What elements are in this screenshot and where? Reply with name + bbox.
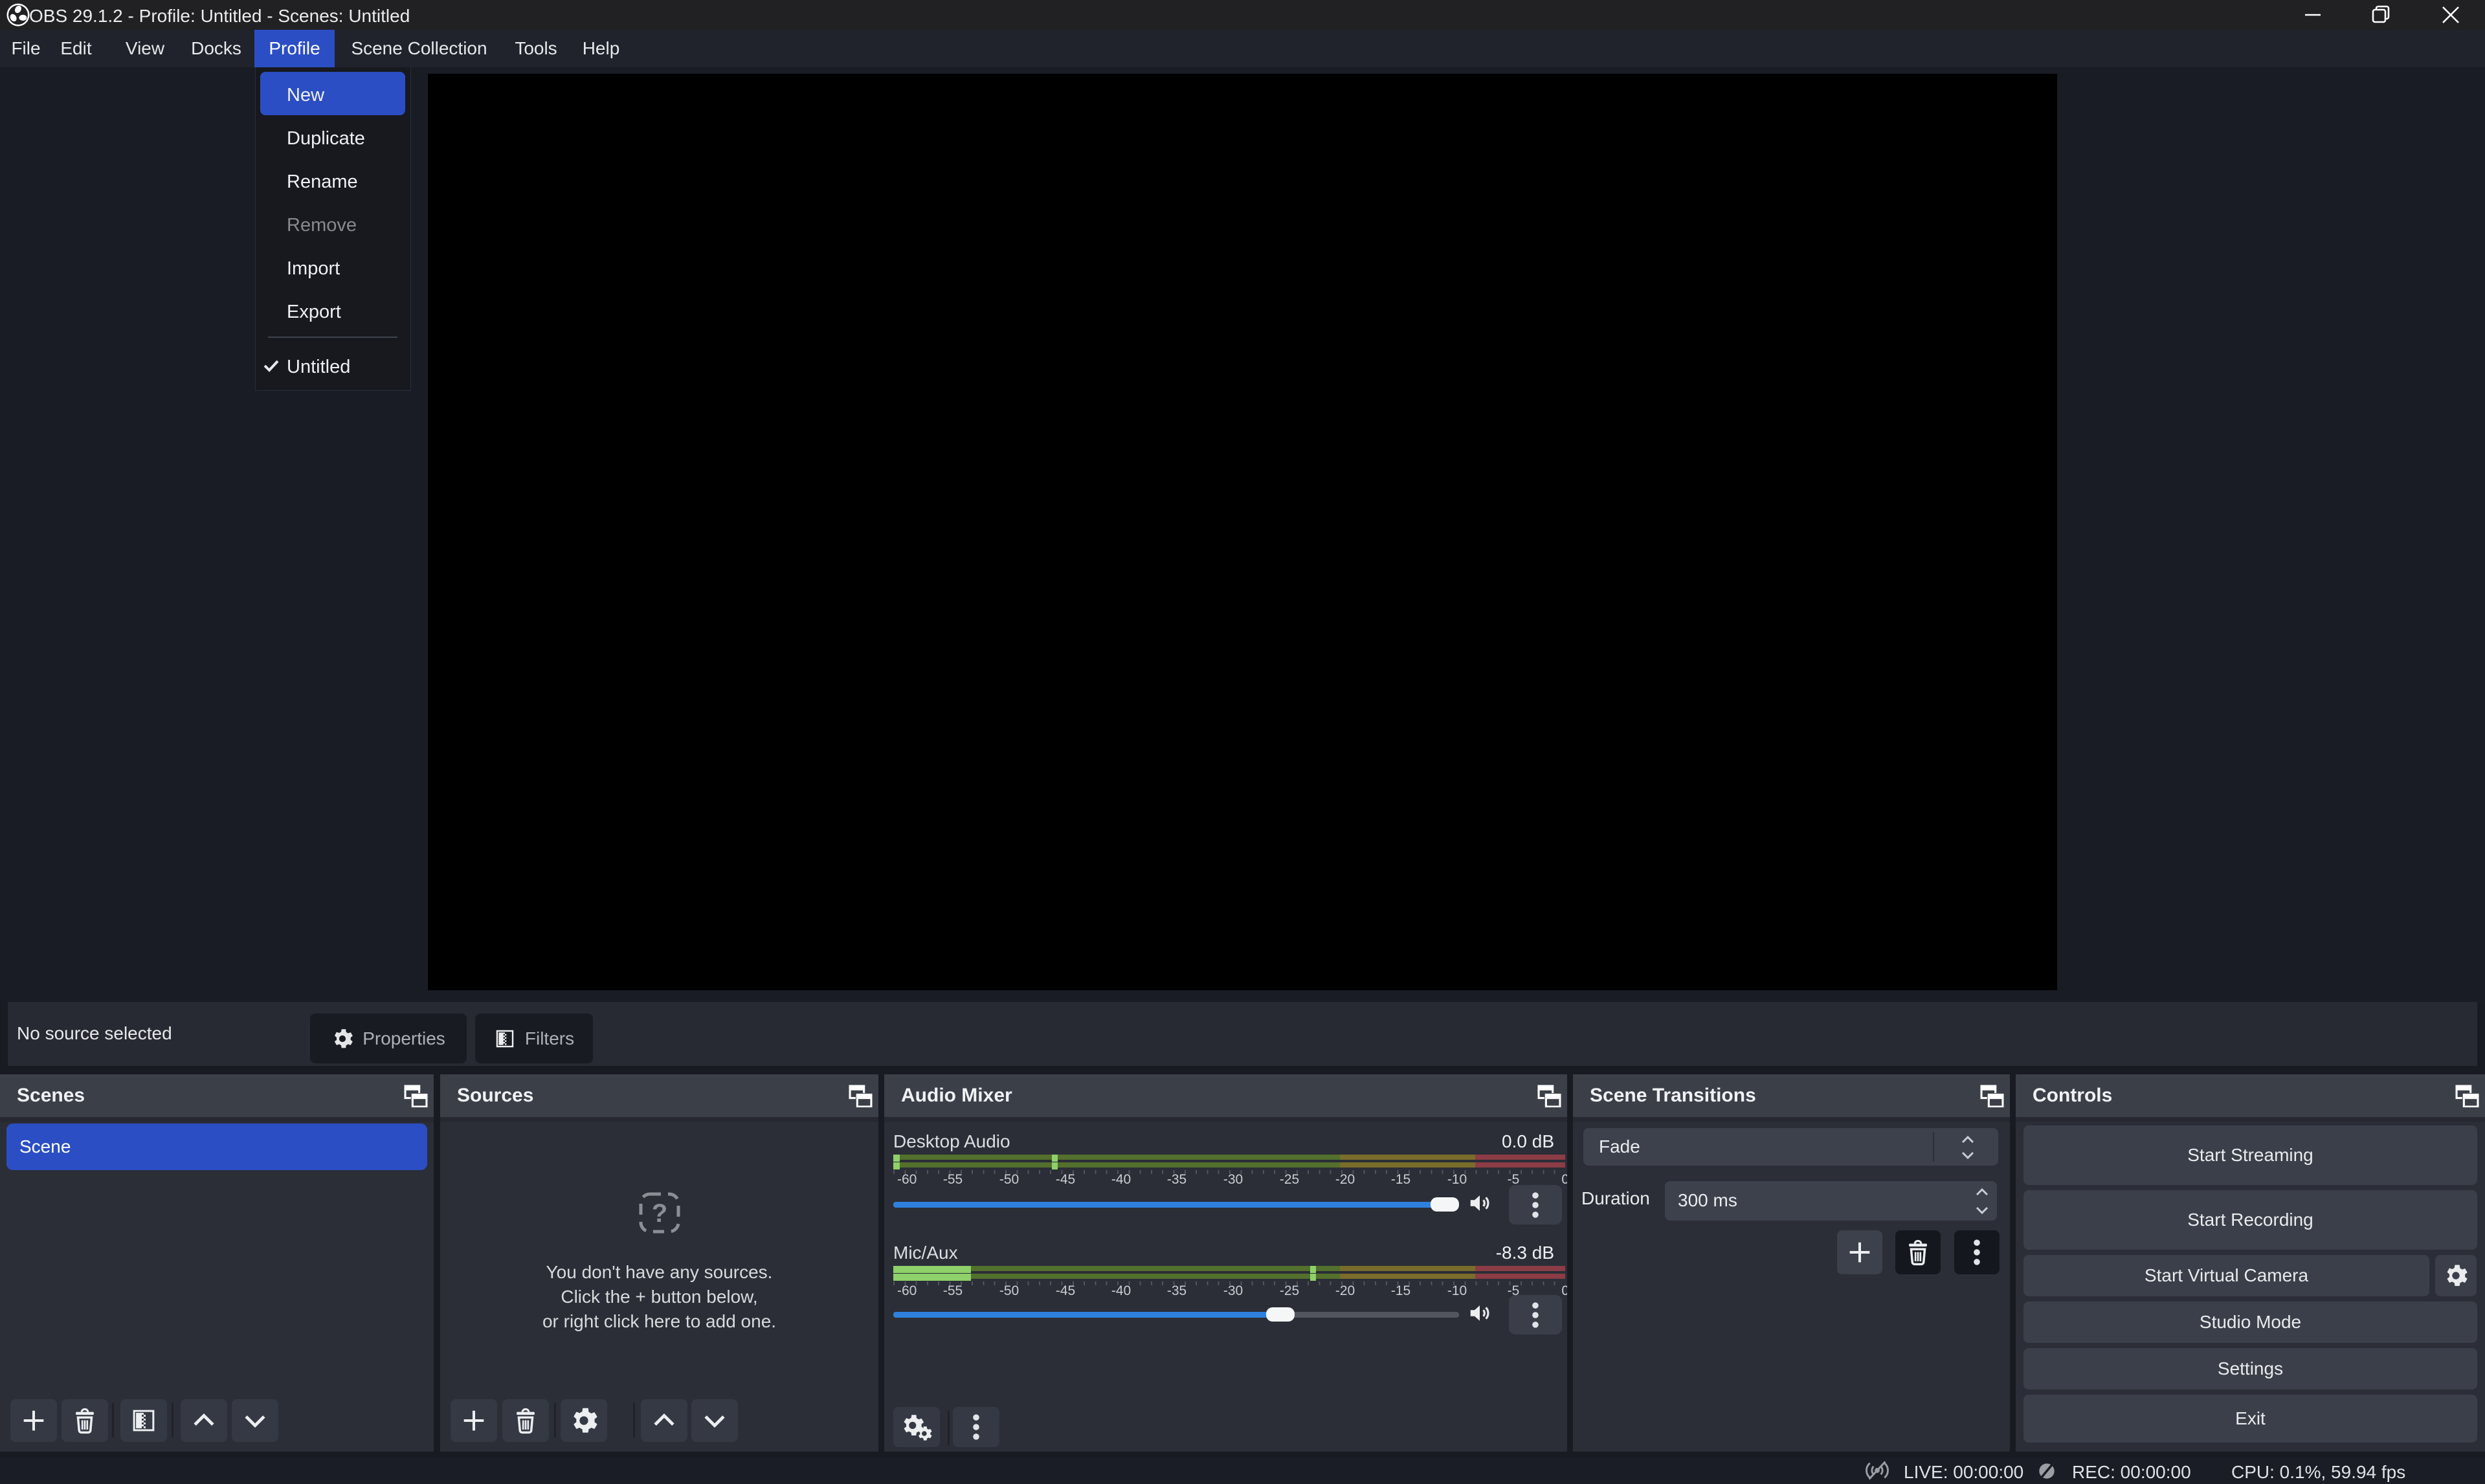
svg-text:?: ? bbox=[652, 1199, 667, 1228]
